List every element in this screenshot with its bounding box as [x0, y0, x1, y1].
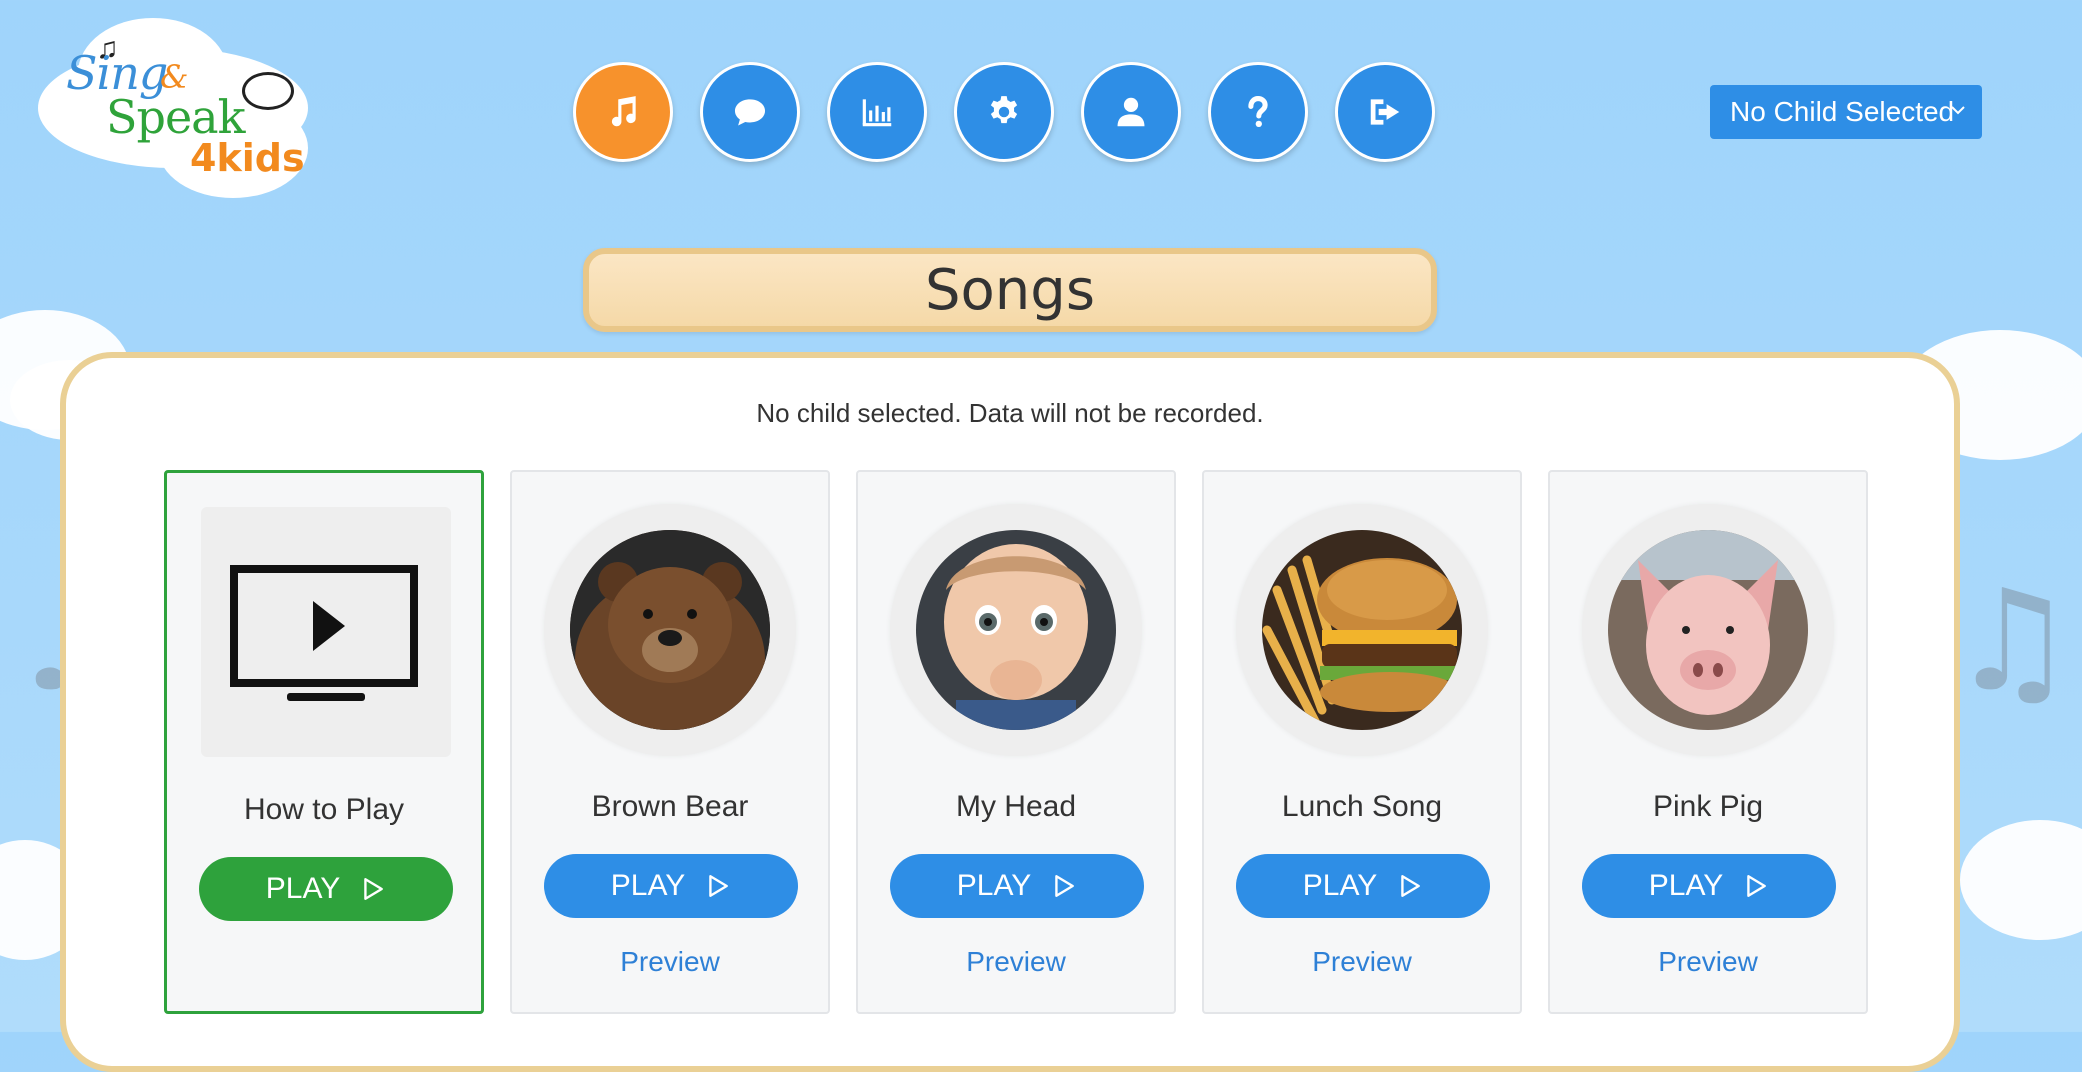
- music-icon: [611, 96, 636, 127]
- nav-logout-button[interactable]: [1335, 62, 1435, 162]
- play-icon: [1747, 875, 1767, 897]
- card-thumbnail: [1236, 504, 1488, 756]
- play-label: PLAY: [1302, 869, 1378, 902]
- brown-bear-image: [570, 530, 770, 730]
- play-icon: [709, 875, 729, 897]
- pig-image: [1608, 530, 1808, 730]
- preview-link[interactable]: Preview: [512, 946, 828, 978]
- gear-icon: [990, 96, 1018, 124]
- burger-fries-image: [1262, 530, 1462, 730]
- user-icon: [1117, 97, 1145, 127]
- question-icon: [1248, 96, 1268, 128]
- play-icon: [1055, 875, 1075, 897]
- play-button[interactable]: PLAY: [199, 857, 453, 921]
- app-logo[interactable]: ♫ Sing & Speak 4kids: [38, 18, 308, 198]
- preview-link[interactable]: Preview: [1204, 946, 1520, 978]
- nav-settings-button[interactable]: [954, 62, 1054, 162]
- child-select-value: No Child Selected: [1730, 96, 1955, 127]
- card-thumbnail: [1582, 504, 1834, 756]
- nav-chat-button[interactable]: [700, 62, 800, 162]
- baby-image: [916, 530, 1116, 730]
- brown-bear-image: [570, 530, 770, 730]
- play-label: PLAY: [956, 869, 1032, 902]
- preview-link[interactable]: Preview: [858, 946, 1174, 978]
- music-notes-decoration: ♫: [1950, 560, 2076, 723]
- bar-chart-icon: [862, 99, 892, 127]
- song-card-how-to-play[interactable]: How to Play PLAY: [164, 470, 484, 1014]
- card-thumbnail: [201, 507, 451, 757]
- bg-cloud: [1960, 820, 2082, 940]
- sign-out-icon: [1370, 99, 1400, 125]
- play-label: PLAY: [1648, 869, 1724, 902]
- burger-fries-image: [1262, 530, 1462, 730]
- card-thumbnail: [890, 504, 1142, 756]
- nav-stats-button[interactable]: [827, 62, 927, 162]
- nav-songs-button[interactable]: [573, 62, 673, 162]
- pig-image: [1608, 530, 1808, 730]
- play-button[interactable]: PLAY: [544, 854, 798, 918]
- nav-help-button[interactable]: [1208, 62, 1308, 162]
- play-button[interactable]: PLAY: [1236, 854, 1490, 918]
- songs-panel: No child selected. Data will not be reco…: [60, 352, 1960, 1072]
- chat-bubble-icon: [734, 99, 766, 126]
- song-card-my-head[interactable]: My Head PLAY Preview: [856, 470, 1176, 1014]
- play-label: PLAY: [610, 869, 686, 902]
- play-button[interactable]: PLAY: [890, 854, 1144, 918]
- song-card-lunch-song[interactable]: Lunch Song PLAY Preview: [1202, 470, 1522, 1014]
- card-title: Brown Bear: [591, 790, 749, 823]
- card-title: Pink Pig: [1652, 790, 1764, 823]
- tv-play-icon: [230, 565, 418, 701]
- card-title: Lunch Song: [1281, 790, 1443, 823]
- song-card-pink-pig[interactable]: Pink Pig PLAY Preview: [1548, 470, 1868, 1014]
- page-title: Songs: [583, 248, 1437, 332]
- card-title: How to Play: [243, 793, 405, 826]
- main-nav: [573, 62, 1435, 162]
- play-label: PLAY: [265, 872, 341, 905]
- chevron-down-icon: [1951, 106, 1965, 115]
- status-message: No child selected. Data will not be reco…: [756, 398, 1264, 428]
- speech-bubble-icon: [242, 72, 294, 110]
- logo-text-4kids: 4kids: [190, 136, 305, 180]
- preview-link[interactable]: Preview: [1550, 946, 1866, 978]
- play-button[interactable]: PLAY: [1582, 854, 1836, 918]
- nav-profile-button[interactable]: [1081, 62, 1181, 162]
- play-icon: [364, 878, 384, 900]
- card-thumbnail: [544, 504, 796, 756]
- song-card-brown-bear[interactable]: Brown Bear PLAY Preview: [510, 470, 830, 1014]
- play-icon: [1401, 875, 1421, 897]
- card-title: My Head: [955, 790, 1077, 823]
- child-select-dropdown[interactable]: No Child Selected: [1710, 85, 1982, 139]
- baby-image: [916, 530, 1116, 730]
